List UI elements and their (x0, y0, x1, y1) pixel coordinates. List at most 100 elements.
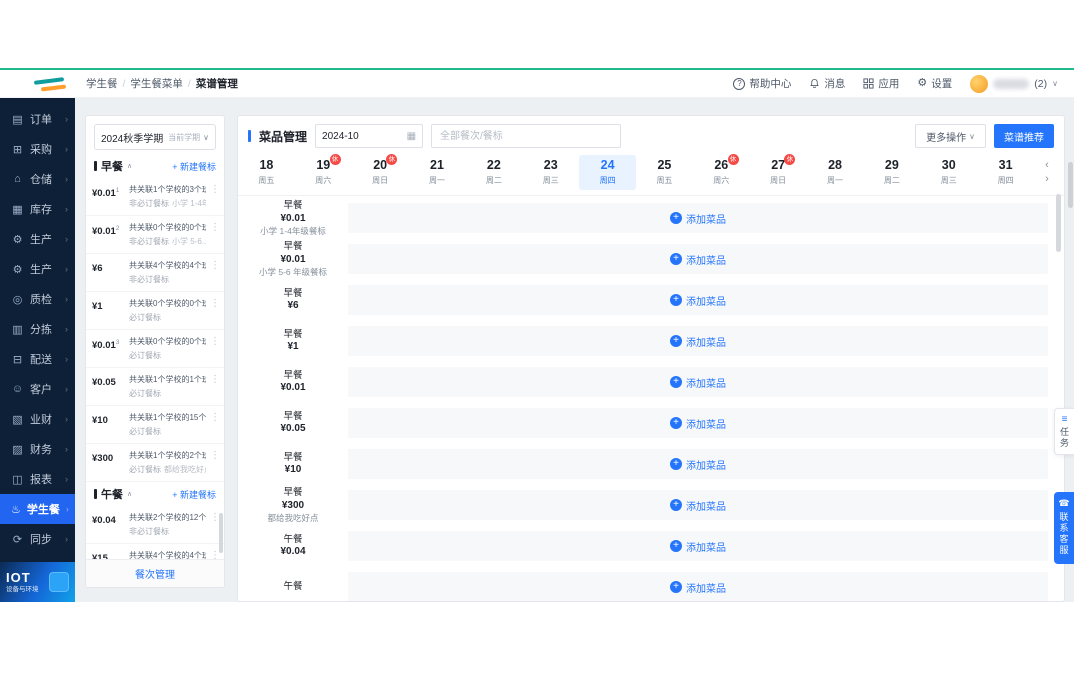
calendar-day[interactable]: 27休 周日 (750, 155, 807, 190)
calendar-day[interactable]: 20休 周日 (352, 155, 409, 190)
sidebar-item[interactable]: ⊟ 配送 › (0, 344, 75, 374)
standard-info: 共关联1个学校的2个班级 必订餐标都给我吃好点 (129, 450, 206, 481)
semester-value: 2024秋季学期 (101, 130, 163, 145)
sidebar-item[interactable]: ⊞ 采购 › (0, 134, 75, 164)
page-scrollbar[interactable] (1068, 162, 1073, 208)
search-input[interactable] (431, 124, 621, 148)
month-picker[interactable]: 2024-10 ▦ (315, 124, 423, 148)
contact-service-button[interactable]: ☎ 联系客服 (1054, 492, 1074, 564)
sidebar-item[interactable]: ◎ 质检 › (0, 284, 75, 314)
calendar-day[interactable]: 23 周三 (522, 155, 579, 190)
meal-standard-item[interactable]: ¥0.04 共关联2个学校的12个班级 非必订餐标 ⋮ (86, 506, 224, 544)
add-dish-button[interactable]: + 添加菜品 (670, 375, 726, 390)
sidebar-item[interactable]: ☺ 客户 › (0, 374, 75, 404)
add-dish-button[interactable]: + 添加菜品 (670, 334, 726, 349)
sidebar-item[interactable]: ⚙ 生产 › (0, 254, 75, 284)
new-meal-standard-link[interactable]: + 新建餐标 (172, 160, 216, 173)
calendar-day[interactable]: 28 周一 (807, 155, 864, 190)
panel-scrollbar[interactable] (219, 513, 223, 553)
menu-recommend-button[interactable]: 菜谱推荐 (994, 124, 1054, 148)
breadcrumb-item-1[interactable]: 学生餐 (86, 76, 118, 91)
more-icon[interactable]: ⋮ (210, 260, 220, 291)
more-icon[interactable]: ⋮ (210, 184, 220, 215)
meal-standard-item[interactable]: ¥6 共关联4个学校的4个班级 非必订餐标 ⋮ (86, 254, 224, 292)
calendar-day[interactable]: 21 周一 (409, 155, 466, 190)
sidebar-item[interactable]: ⚙ 生产 › (0, 224, 75, 254)
iot-brand[interactable]: IOT 设备与环境 (0, 562, 75, 602)
meal-standard-item[interactable]: ¥0.012 共关联0个学校的0个班级 非必订餐标小学 5-6... ⋮ (86, 216, 224, 254)
standard-relation: 共关联4个学校的4个班级 (129, 550, 206, 559)
more-icon[interactable]: ⋮ (210, 336, 220, 367)
add-dish-button[interactable]: + 添加菜品 (670, 293, 726, 308)
more-icon[interactable]: ⋮ (210, 374, 220, 405)
add-dish-button[interactable]: + 添加菜品 (670, 457, 726, 472)
calendar-day[interactable]: 29 周二 (863, 155, 920, 190)
task-float-button[interactable]: ≡ 任务 (1054, 408, 1074, 455)
add-dish-button[interactable]: + 添加菜品 (670, 498, 726, 513)
sidebar-item[interactable]: ⟳ 同步 › (0, 524, 75, 554)
calendar-day[interactable]: 25 周五 (636, 155, 693, 190)
collapse-icon[interactable]: ∧ (127, 162, 132, 170)
more-icon[interactable]: ⋮ (210, 222, 220, 253)
menu-row: 早餐 ¥1 + 添加菜品 (238, 321, 1064, 362)
add-dish-button[interactable]: + 添加菜品 (670, 416, 726, 431)
sidebar-item[interactable]: ♨ 学生餐 › (0, 494, 75, 524)
meal-times-button[interactable]: 餐次管理 (86, 559, 224, 587)
meal-price: ¥0.01 (280, 254, 305, 267)
sidebar-item[interactable]: ▤ 订单 › (0, 104, 75, 134)
semester-select[interactable]: 2024秋季学期 当前学期 ∨ (94, 124, 216, 150)
dish-slot: + 添加菜品 (348, 531, 1048, 561)
apps-button[interactable]: 应用 (863, 76, 899, 91)
calendar-day[interactable]: 24 周四 (579, 155, 636, 190)
sidebar-item[interactable]: ▧ 业财 › (0, 404, 75, 434)
add-dish-button[interactable]: + 添加菜品 (670, 211, 726, 226)
meal-standard-item[interactable]: ¥0.013 共关联0个学校的0个班级 必订餐标 ⋮ (86, 330, 224, 368)
sidebar-item-label: 同步 (30, 531, 59, 547)
meal-standard-item[interactable]: ¥300 共关联1个学校的2个班级 必订餐标都给我吃好点 ⋮ (86, 444, 224, 482)
add-dish-button[interactable]: + 添加菜品 (670, 539, 726, 554)
calendar-day[interactable]: 30 周三 (920, 155, 977, 190)
calendar-day[interactable]: 19休 周六 (295, 155, 352, 190)
more-actions-button[interactable]: 更多操作∨ (915, 124, 986, 148)
menu-rows: 早餐 ¥0.01 小学 1-4年级餐标 + 添加菜品 (238, 196, 1064, 601)
meal-name: 午餐 (283, 581, 302, 593)
calendar-day[interactable]: 31 周四 (977, 155, 1034, 190)
breadcrumb-item-2[interactable]: 学生餐菜单 (130, 76, 183, 91)
more-icon[interactable]: ⋮ (210, 412, 220, 443)
meal-meta: 早餐 ¥6 (238, 288, 348, 313)
calendar-next-button[interactable]: › (1045, 174, 1049, 185)
chevron-right-icon: › (65, 114, 68, 124)
standard-price: ¥1 (92, 298, 125, 329)
chevron-right-icon: › (65, 414, 68, 424)
collapse-icon[interactable]: ∧ (127, 490, 132, 498)
more-icon[interactable]: ⋮ (210, 450, 220, 481)
settings-button[interactable]: ⚙ 设置 (917, 76, 952, 91)
meal-standard-item[interactable]: ¥15 共关联4个学校的4个班级 必订餐标 ⋮ (86, 544, 224, 559)
calendar-day[interactable]: 18 周五 (238, 155, 295, 190)
user-menu[interactable]: (2) ∨ (970, 75, 1058, 93)
sidebar-item[interactable]: ◫ 报表 › (0, 464, 75, 494)
calendar-prev-button[interactable]: ‹ (1045, 160, 1049, 171)
sidebar-item[interactable]: ▨ 财务 › (0, 434, 75, 464)
sidebar-item[interactable]: ▥ 分拣 › (0, 314, 75, 344)
help-center-button[interactable]: ? 帮助中心 (733, 76, 791, 91)
calendar-strip: 18 周五 19休 周六 20休 周日 (238, 155, 1064, 196)
meal-price: ¥0.04 (280, 546, 305, 559)
meal-standard-item[interactable]: ¥0.011 共关联1个学校的3个班级 非必订餐标小学 1-4年... ⋮ (86, 178, 224, 216)
calendar-day[interactable]: 22 周二 (465, 155, 522, 190)
main-scrollbar[interactable] (1056, 194, 1061, 252)
sidebar-item[interactable]: ⌂ 仓储 › (0, 164, 75, 194)
sidebar-item-icon: ⊟ (11, 353, 24, 366)
new-meal-standard-link[interactable]: + 新建餐标 (172, 488, 216, 501)
sidebar-item[interactable]: ▦ 库存 › (0, 194, 75, 224)
content-area: ▤ 订单 › ⊞ 采购 › ⌂ 仓储 › (0, 98, 1074, 602)
menu-row: 午餐 + 添加菜品 (238, 567, 1064, 601)
meal-standard-item[interactable]: ¥10 共关联1个学校的15个班级 必订餐标 ⋮ (86, 406, 224, 444)
add-dish-button[interactable]: + 添加菜品 (670, 252, 726, 267)
meal-standard-item[interactable]: ¥1 共关联0个学校的0个班级 必订餐标 ⋮ (86, 292, 224, 330)
more-icon[interactable]: ⋮ (210, 298, 220, 329)
calendar-day[interactable]: 26休 周六 (693, 155, 750, 190)
add-dish-button[interactable]: + 添加菜品 (670, 580, 726, 595)
meal-standard-item[interactable]: ¥0.05 共关联1个学校的1个班级 必订餐标 ⋮ (86, 368, 224, 406)
messages-button[interactable]: 消息 (809, 76, 845, 91)
